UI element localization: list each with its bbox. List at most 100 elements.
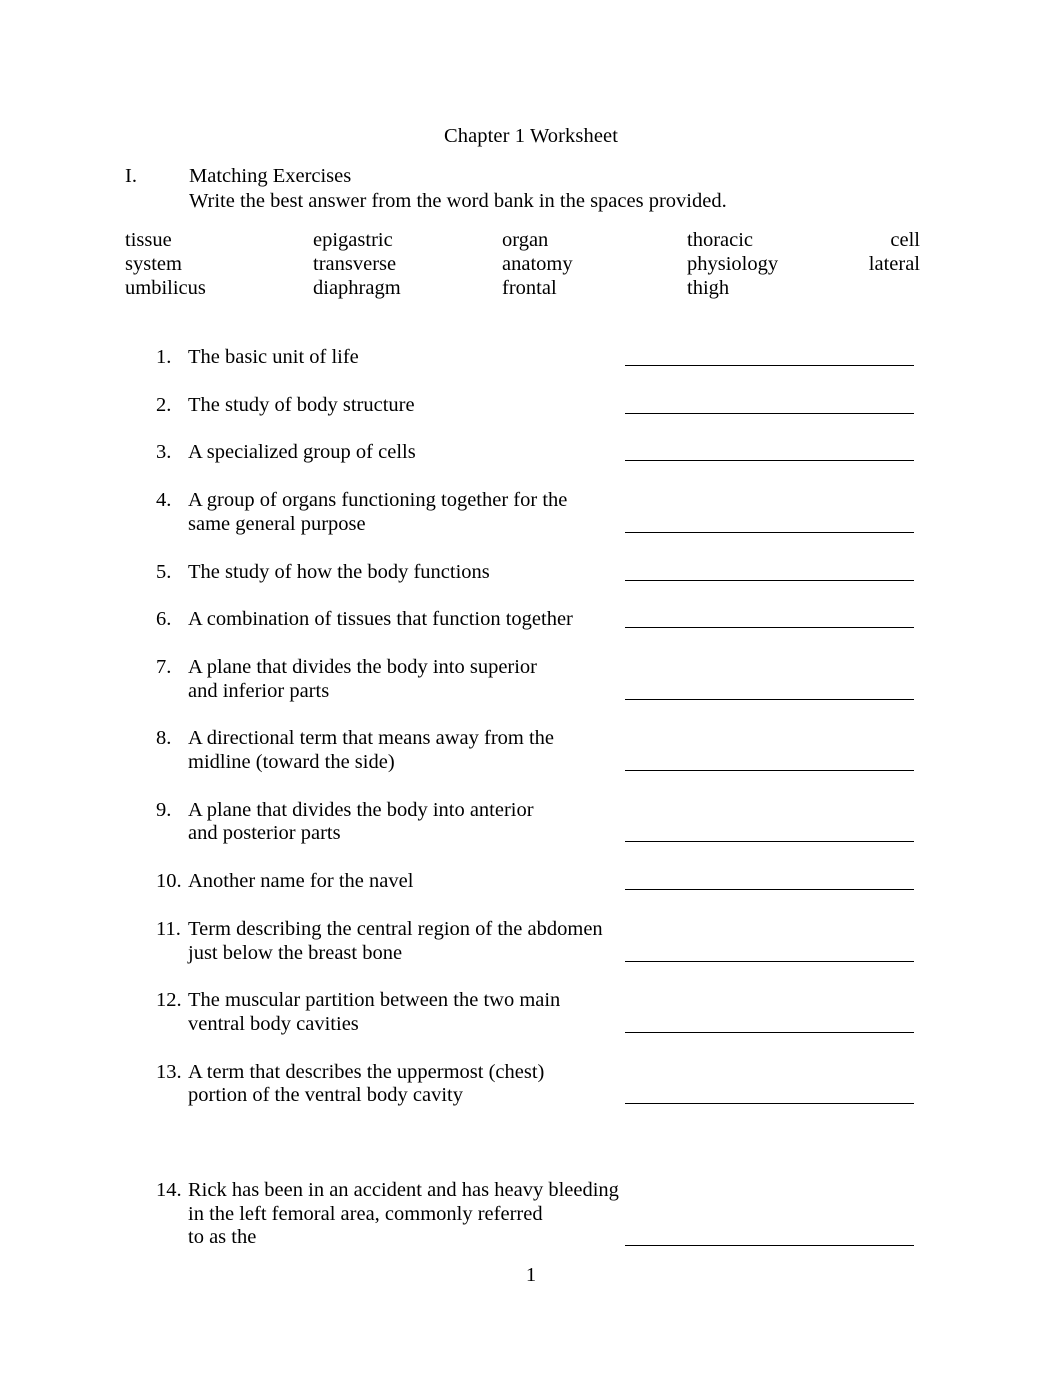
word-bank-row: umbilicus diaphragm frontal thigh [125,276,920,300]
answer-blank[interactable] [625,412,914,414]
matching-item-number: 4. [156,489,172,512]
word-bank-row: system transverse anatomy physiology lat… [125,252,920,276]
matching-item: 7. A plane that divides the body into sup… [125,656,925,703]
word-bank-term: transverse [313,253,397,276]
word-bank-term: umbilicus [125,277,206,300]
matching-item-text: A combination of tissues that function t… [188,608,618,632]
matching-item-line: ventral body cavities [188,1012,359,1035]
matching-item-line: Rick has been in an accident and has hea… [188,1179,619,1202]
word-bank-term: anatomy [502,253,573,276]
matching-item: 8. A directional term that means away fro… [125,727,925,774]
matching-item: 12. The muscular partition between the tw… [125,989,925,1036]
matching-item-text: A plane that divides the body into anter… [188,799,618,846]
matching-item-line: A plane that divides the body into anter… [188,798,534,821]
word-bank-term: epigastric [313,229,393,251]
answer-blank[interactable] [625,531,914,533]
matching-item: 4. A group of organs functioning together… [125,489,925,536]
word-bank-term: cell [890,229,920,251]
answer-blank[interactable] [625,1103,914,1105]
matching-item-line: and inferior parts [188,679,330,702]
matching-item-line: The study of how the body functions [188,560,490,583]
matching-item-line: A directional term that means away from … [188,727,555,750]
matching-item-text: Another name for the navel [188,870,618,894]
matching-item-number: 9. [156,798,172,821]
section-matching-exercises: I. Matching Exercises Write the best ans… [125,164,925,214]
word-bank-term: frontal [502,277,557,300]
matching-item-line: A specialized group of cells [188,441,416,464]
word-bank-term: system [125,253,182,276]
answer-blank[interactable] [625,460,914,462]
matching-item: 9. A plane that divides the body into ant… [125,799,925,846]
matching-item-text: The muscular partition between the two m… [188,989,618,1036]
section-instruction: Write the best answer from the word bank… [189,190,727,212]
page-number: 1 [525,1264,537,1286]
matching-item: 1. The basic unit of life [125,346,925,370]
matching-item-number: 1. [156,346,172,368]
matching-item: 13. A term that describes the uppermost (… [125,1061,925,1108]
answer-blank[interactable] [625,841,914,843]
matching-item: 14. Rick has been in an accident and has … [125,1179,925,1250]
matching-item-number: 10. [156,870,182,893]
matching-item: 3. A specialized group of cells [125,441,925,465]
matching-item-number: 13. [156,1060,182,1083]
matching-item-line: midline (toward the side) [188,751,395,774]
matching-item-line: A plane that divides the body into super… [188,655,538,678]
matching-item-number: 11. [156,917,181,940]
matching-item-line: same general purpose [188,512,366,535]
matching-item-line: A combination of tissues that function t… [188,608,573,631]
matching-item-text: A term that describes the uppermost (che… [188,1061,618,1108]
word-bank-term: diaphragm [313,277,401,300]
matching-item-text: A specialized group of cells [188,441,618,465]
matching-item-text: A group of organs functioning together f… [188,489,618,536]
answer-blank[interactable] [625,770,914,772]
matching-item-text: Term describing the central region of th… [188,918,618,965]
answer-blank[interactable] [625,1245,914,1247]
matching-item-line: Term describing the central region of th… [188,917,603,940]
matching-item-line: The basic unit of life [188,346,359,368]
matching-item-text: A plane that divides the body into super… [188,656,618,703]
worksheet-page: Chapter 1 Worksheet I. Matching Exercise… [0,0,1062,1377]
matching-item-line: in the left femoral area, commonly refer… [188,1202,543,1225]
matching-item-number: 12. [156,989,182,1012]
matching-item-line: Another name for the navel [188,870,414,893]
matching-item-number: 14. [156,1179,182,1202]
matching-item-line: The muscular partition between the two m… [188,989,561,1012]
matching-item: 11. Term describing the central region of… [125,918,925,965]
matching-item-line: to as the [188,1226,257,1249]
section-heading: Matching Exercises [189,165,352,187]
answer-blank[interactable] [625,960,914,962]
matching-items-list: 1. The basic unit of life 2. The study of b… [125,346,925,1250]
page-title: Chapter 1 Worksheet [443,125,619,147]
matching-item-number: 3. [156,441,172,464]
matching-item: 6. A combination of tissues that function… [125,608,925,632]
matching-item: 5. The study of how the body functions [125,561,925,585]
matching-item-line: The study of body structure [188,393,415,416]
matching-item-number: 6. [156,608,172,631]
answer-blank[interactable] [625,889,914,891]
word-bank-term: organ [502,229,549,251]
answer-blank[interactable] [625,627,914,629]
answer-blank[interactable] [625,698,914,700]
matching-item-number: 2. [156,393,172,416]
matching-item: 2. The study of body structure [125,394,925,418]
matching-item-text: A directional term that means away from … [188,727,618,774]
answer-blank[interactable] [625,365,914,366]
answer-blank[interactable] [625,579,914,581]
section-numeral: I. [125,165,137,187]
word-bank-term: tissue [125,229,172,251]
matching-item-line: A term that describes the uppermost (che… [188,1060,545,1083]
matching-item-number: 5. [156,560,172,583]
word-bank-term: physiology [687,253,779,276]
answer-blank[interactable] [625,1031,914,1033]
matching-item-line: just below the breast bone [188,941,403,964]
